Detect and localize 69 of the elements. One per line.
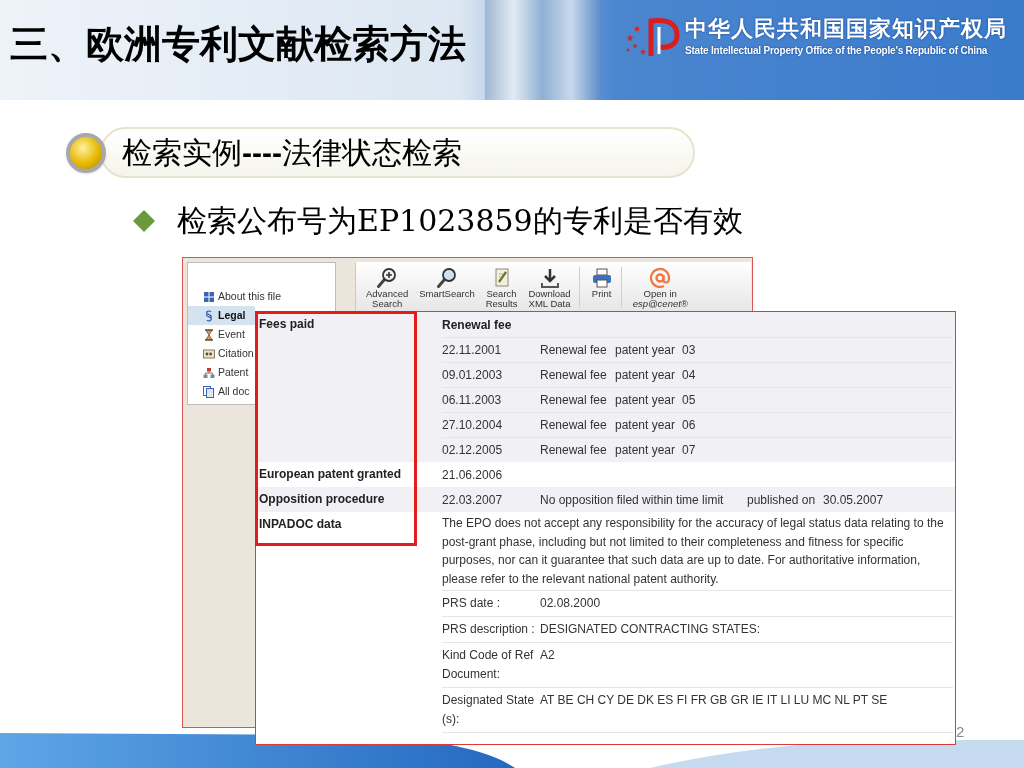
logo-name: 中华人民共和国国家知识产权局: [685, 16, 1007, 42]
date-text: 22.11.2001: [442, 343, 502, 357]
field-value: A2: [540, 648, 555, 662]
quote-card-icon: [203, 347, 215, 360]
sidebar-item[interactable]: Patent: [188, 363, 255, 382]
date-text: 22.03.2007: [442, 492, 503, 507]
row-heading: Fees paid: [259, 317, 315, 331]
fee-type-text: Renewal fee: [540, 418, 607, 432]
toolbar-button[interactable]: Print: [590, 267, 613, 299]
sidebar-item[interactable]: Legal: [188, 306, 255, 325]
section-heading: 检索实例----法律状态检索: [122, 134, 462, 171]
toolbar-button[interactable]: Open in esp@cenet®: [632, 267, 688, 309]
grid-icon: [203, 290, 215, 303]
printer-icon: [590, 267, 613, 289]
toolbar-button[interactable]: SmartSearch: [419, 267, 475, 299]
published-label: published on: [747, 492, 816, 507]
row-heading: INPADOC data: [259, 517, 342, 531]
sidebar-item[interactable]: All doc: [188, 382, 255, 401]
fee-type-text: Renewal fee: [540, 368, 607, 382]
patent-year-text: 05: [682, 393, 696, 407]
field-label: Designated State (s):: [442, 693, 535, 726]
download-icon: [538, 267, 561, 289]
patent-year-label: patent year: [615, 443, 676, 457]
patent-year-label: patent year: [615, 393, 676, 407]
field-label: PRS date :: [442, 596, 501, 610]
zoom-in-icon: [376, 267, 399, 289]
toolbar-button[interactable]: Search Results: [485, 267, 518, 309]
legal-notice: The EPO does not accept any responsibility for the accuracy of legal status data relating to the post-grant phase, including but not limited to their completeness and fitness for specific purposes, nor can it guarantee that such data are up to date. For authoritative information, please refer to the relevant national patent authority.: [442, 515, 945, 588]
bullet-text: 检索公布号为EP1023859的专利是否有效: [177, 202, 743, 240]
search-icon: [436, 267, 458, 289]
hierarchy-icon: [203, 366, 215, 379]
field-value: AT BE CH CY DE DK ES FI FR GB GR IE IT LI LU MC NL PT SE: [540, 693, 888, 707]
documents-icon: [203, 385, 215, 398]
hourglass-icon: [203, 328, 215, 341]
date-text: 21.06.2006: [442, 467, 503, 482]
patent-year-text: 04: [682, 368, 696, 382]
field-label: Kind Code of Ref Document:: [442, 648, 534, 681]
row-heading: Opposition procedure: [259, 492, 385, 506]
date-text: 09.01.2003: [442, 368, 503, 382]
toolbar-button[interactable]: Download XML Data: [528, 267, 571, 309]
patent-year-label: patent year: [615, 368, 676, 382]
sidebar-item[interactable]: Citation: [188, 344, 255, 363]
at-sign-icon: [649, 267, 672, 289]
logo-subtitle: State Intellectual Property Office of the People's Republic of China: [685, 45, 988, 57]
fee-type-text: Renewal fee: [540, 393, 607, 407]
date-text: 02.12.2005: [442, 443, 503, 457]
row-heading: European patent granted: [259, 467, 401, 481]
sidebar-item[interactable]: About this file: [188, 287, 283, 306]
page-number: 2: [956, 723, 965, 741]
date-text: 30.05.2007: [823, 492, 884, 507]
toolbar-button[interactable]: Advanced Search: [366, 267, 409, 309]
field-value: 02.08.2000: [540, 596, 601, 610]
date-text: 06.11.2003: [442, 393, 502, 407]
slide-title: 三、欧洲专利文献检索方法: [10, 22, 466, 67]
sidebar-item[interactable]: Event: [188, 325, 255, 344]
patent-year-label: patent year: [615, 418, 676, 432]
patent-year-text: 06: [682, 418, 696, 432]
date-text: 27.10.2004: [442, 418, 503, 432]
patent-year-label: patent year: [615, 343, 676, 357]
patent-year-text: 07: [682, 443, 696, 457]
status-text: No opposition filed within time limit: [540, 492, 724, 507]
column-heading: Renewal fee: [442, 317, 512, 332]
field-value: DESIGNATED CONTRACTING STATES:: [540, 622, 760, 636]
patent-year-text: 03: [682, 343, 696, 357]
fee-type-text: Renewal fee: [540, 343, 607, 357]
section-sign-icon: [203, 309, 215, 322]
fee-type-text: Renewal fee: [540, 443, 607, 457]
field-label: PRS description :: [442, 622, 535, 636]
diamond-bullet-icon: [133, 210, 155, 232]
